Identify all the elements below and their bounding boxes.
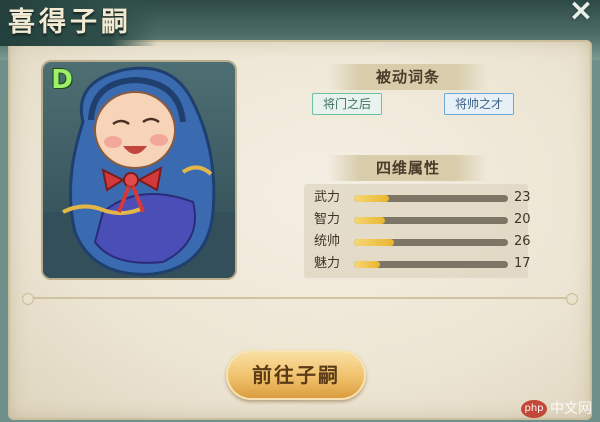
stat-value: 23 — [514, 190, 531, 205]
divider-end-dot — [22, 293, 34, 305]
divider-end-dot — [566, 293, 578, 305]
watermark-text: 中文网 — [550, 401, 592, 417]
stat-bar — [354, 239, 508, 246]
child-portrait: D — [43, 62, 235, 278]
stat-bar-fill — [354, 239, 395, 246]
stat-value: 17 — [514, 256, 531, 271]
attributes-panel: 武力 23 智力 20 统帅 26 魅力 17 — [304, 184, 531, 278]
stat-bar-fill — [354, 261, 381, 268]
stat-row: 统帅 26 — [314, 234, 531, 250]
stat-row: 智力 20 — [314, 212, 531, 228]
stat-row: 魅力 17 — [314, 256, 531, 272]
stat-label: 魅力 — [314, 256, 341, 271]
stat-value: 20 — [514, 212, 531, 227]
php-logo-icon: php — [521, 400, 547, 418]
trait-tag-1[interactable]: 将门之后 — [312, 93, 383, 115]
stat-label: 武力 — [314, 190, 341, 205]
close-icon[interactable]: × — [566, 0, 596, 26]
stat-row: 武力 23 — [314, 190, 531, 206]
stat-value: 26 — [514, 234, 531, 249]
attributes-header: 四维属性 — [328, 155, 488, 181]
divider — [24, 297, 576, 299]
rank-badge-icon: D — [51, 65, 73, 95]
stat-bar — [354, 217, 508, 224]
go-to-child-button[interactable]: 前往子嗣 — [226, 350, 366, 400]
stat-bar — [354, 261, 508, 268]
stat-bar — [354, 195, 508, 202]
stat-label: 统帅 — [314, 234, 341, 249]
stat-label: 智力 — [314, 212, 341, 227]
watermark: php 中文网 — [521, 398, 592, 420]
passive-traits-header: 被动词条 — [328, 64, 488, 90]
dialog-title: 喜得子嗣 — [0, 0, 158, 46]
stat-bar-fill — [354, 217, 385, 224]
stat-bar-fill — [354, 195, 390, 202]
trait-tag-2[interactable]: 将帅之才 — [444, 93, 515, 115]
